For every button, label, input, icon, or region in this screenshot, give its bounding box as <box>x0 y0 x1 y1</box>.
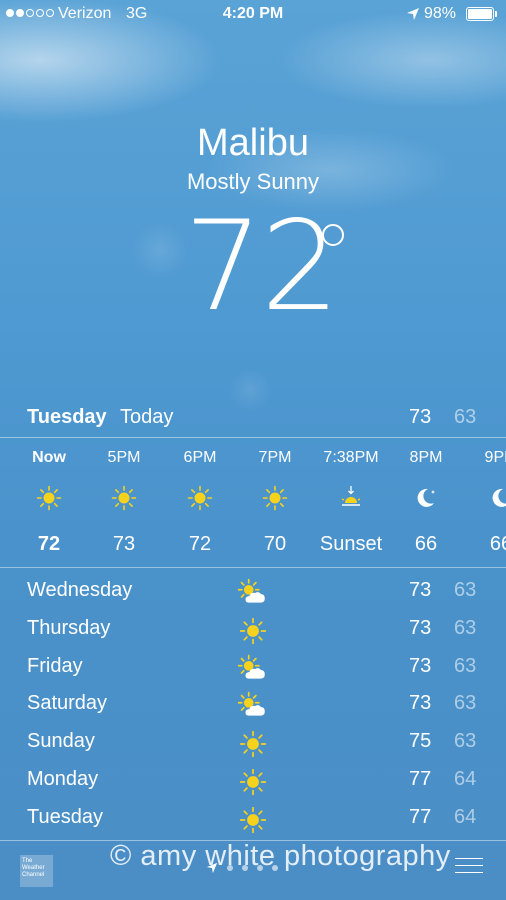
city-name: Malibu <box>197 122 309 164</box>
today-label: Today <box>120 406 174 428</box>
today-summary-row: Tuesday Today 73 63 <box>0 406 506 434</box>
hourly-icon-container <box>487 484 506 512</box>
daily-row: Tuesday 77 64 <box>0 803 506 841</box>
hourly-time: 9PM <box>484 449 506 466</box>
daily-icon-container <box>237 578 268 606</box>
daily-day-name: Friday <box>27 654 83 677</box>
daily-icon-container <box>238 805 268 833</box>
sun-icon <box>187 485 213 511</box>
daily-day-name: Monday <box>27 768 99 790</box>
page-dot <box>242 865 248 871</box>
daily-icon-container <box>237 691 268 719</box>
daily-low: 63 <box>454 654 477 677</box>
partly-cloudy-icon <box>237 692 265 717</box>
daily-low: 63 <box>454 692 477 715</box>
watermark-text: © amy white photography <box>110 840 451 872</box>
hourly-icon-container <box>186 484 214 512</box>
sun-icon <box>36 485 62 511</box>
daily-high: 77 <box>409 768 432 790</box>
daily-day-name: Sunday <box>27 730 95 753</box>
divider <box>0 567 506 568</box>
daily-low: 63 <box>454 730 477 753</box>
daily-icon-container <box>237 654 268 682</box>
page-dot <box>257 865 263 871</box>
sun-icon <box>239 731 267 758</box>
hourly-value: Sunset <box>319 533 383 555</box>
hourly-icon-container <box>337 484 365 512</box>
daily-row: Friday 73 63 <box>0 652 506 690</box>
weather-channel-logo[interactable]: The Weather Channel <box>20 855 53 887</box>
page-indicator[interactable] <box>206 862 278 874</box>
daily-high: 73 <box>409 692 432 715</box>
daily-low: 64 <box>454 805 477 828</box>
daily-row: Thursday 73 63 <box>0 614 506 652</box>
daily-low: 64 <box>454 768 477 790</box>
sun-icon <box>239 806 267 833</box>
sun-icon <box>262 485 288 511</box>
daily-high: 75 <box>409 730 432 753</box>
today-high: 73 <box>409 406 432 428</box>
sunset-icon <box>341 486 361 506</box>
hourly-value: 70 <box>263 533 287 555</box>
daily-day-name: Thursday <box>27 616 111 639</box>
hourly-time: 6PM <box>183 449 217 466</box>
daily-high: 77 <box>409 805 432 828</box>
hourly-value: 72 <box>37 533 61 555</box>
city-list-icon[interactable] <box>455 858 483 878</box>
hourly-time: 7PM <box>258 449 292 466</box>
location-arrow-icon <box>407 8 419 20</box>
page-dot <box>272 865 278 871</box>
hourly-value: 73 <box>112 533 136 555</box>
daily-day-name: Wednesday <box>27 579 133 601</box>
daily-high: 73 <box>409 654 432 677</box>
moon-icon <box>492 488 506 507</box>
condition-text: Mostly Sunny <box>186 169 320 194</box>
daily-row: Sunday 75 63 <box>0 727 506 765</box>
bottom-bar: The Weather Channel © amy white photogra… <box>0 840 506 900</box>
page-dot <box>227 865 233 871</box>
daily-day-name: Saturday <box>27 692 108 715</box>
hourly-icon-container <box>261 484 289 512</box>
sun-icon <box>111 485 137 511</box>
daily-low: 63 <box>454 616 477 639</box>
hourly-time: 8PM <box>409 449 443 466</box>
hourly-time: 5PM <box>107 449 141 466</box>
hourly-time: Now <box>32 449 66 466</box>
daily-row: Monday 77 64 <box>0 765 506 803</box>
hourly-value: 72 <box>188 533 212 555</box>
daily-row: Wednesday 73 63 <box>0 576 506 614</box>
status-bar: Verizon 3G 4:20 PM 98% <box>0 0 506 30</box>
location-arrow-icon <box>206 862 218 874</box>
current-temperature: 72 <box>184 195 340 339</box>
daily-high: 73 <box>409 616 432 639</box>
daily-high: 73 <box>409 579 432 601</box>
hourly-time: 7:38PM <box>323 449 379 466</box>
degree-symbol <box>322 224 344 246</box>
hourly-forecast[interactable]: Now 72 5PM 73 6PM 72 7PM 70 7:38PM Sunset 8PM 66 9PM… <box>0 438 506 566</box>
hourly-icon-container <box>110 484 138 512</box>
hourly-icon-container <box>35 484 63 512</box>
daily-icon-container <box>238 616 268 644</box>
moon-icon <box>417 488 435 507</box>
battery-percent: 98% <box>424 5 457 22</box>
battery-tip <box>495 11 497 17</box>
partly-cloudy-icon <box>237 654 265 679</box>
hourly-value: 66 <box>489 533 506 555</box>
daily-icon-container <box>238 729 268 758</box>
daily-day-name: Tuesday <box>27 805 103 828</box>
sun-icon <box>239 768 267 796</box>
battery-icon <box>466 7 494 21</box>
today-day-name: Tuesday <box>27 406 107 428</box>
hourly-icon-container <box>412 484 440 512</box>
daily-low: 63 <box>454 579 477 601</box>
hourly-value: 66 <box>414 533 438 555</box>
today-low: 63 <box>454 406 477 428</box>
daily-row: Saturday 73 63 <box>0 689 506 727</box>
sun-icon <box>239 617 267 644</box>
partly-cloudy-icon <box>237 578 265 603</box>
daily-icon-container <box>238 767 268 796</box>
